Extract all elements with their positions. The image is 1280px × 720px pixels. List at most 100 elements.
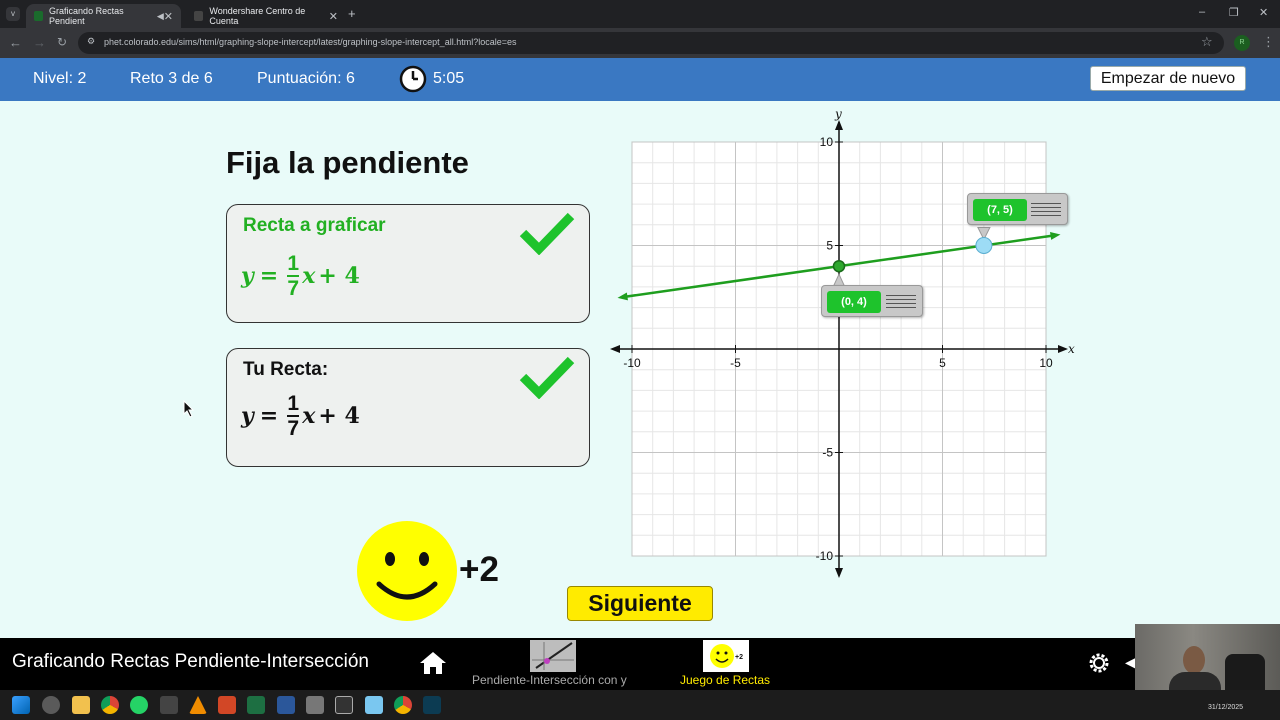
x-tick-label: 5 — [939, 356, 946, 370]
line-arrow-right — [1050, 232, 1061, 240]
eq-intercept: + 4 — [318, 403, 360, 429]
gear-icon[interactable] — [1087, 651, 1111, 675]
file-explorer-icon[interactable] — [72, 696, 90, 714]
browser-menu-icon[interactable]: ⋮ — [1262, 34, 1275, 50]
new-tab-button[interactable]: + — [348, 6, 356, 21]
calculator-icon[interactable] — [160, 696, 178, 714]
app-icon[interactable] — [306, 696, 324, 714]
screen-thumb-line-game[interactable]: +2 — [703, 640, 749, 672]
forward-icon[interactable]: → — [33, 35, 46, 50]
start-over-button[interactable]: Empezar de nuevo — [1090, 66, 1246, 91]
slope-denominator: 7 — [287, 417, 300, 440]
os-taskbar: 31/12/2025 — [0, 690, 1280, 720]
x-tick-label: 10 — [1039, 356, 1053, 370]
word-icon[interactable] — [277, 696, 295, 714]
app-icon[interactable] — [335, 696, 353, 714]
home-icon[interactable] — [419, 650, 447, 676]
grip-handle-icon[interactable] — [886, 295, 916, 309]
slope-fraction: 1 7 — [287, 252, 300, 300]
point-coordinates: (0, 4) — [827, 291, 881, 313]
timer-text: 5:05 — [433, 70, 465, 87]
slope-point-handle[interactable] — [975, 237, 993, 254]
x-tick-label: -10 — [623, 356, 641, 370]
back-icon[interactable]: ← — [9, 35, 22, 50]
line-arrow-left — [617, 292, 628, 301]
game-play-area: Fija la pendiente Recta a graficar y = 1… — [0, 101, 1280, 638]
chrome-active-icon[interactable] — [394, 696, 412, 714]
wondershare-favicon-icon — [194, 11, 204, 21]
powerpoint-icon[interactable] — [218, 696, 236, 714]
phet-favicon-icon — [34, 11, 44, 21]
notepad-icon[interactable] — [365, 696, 383, 714]
svg-text:+2: +2 — [735, 654, 743, 661]
reload-icon[interactable]: ↻ — [57, 35, 67, 49]
whatsapp-icon[interactable] — [130, 696, 148, 714]
chrome-icon[interactable] — [101, 696, 119, 714]
mouse-cursor-icon — [183, 400, 195, 418]
point-label-intercept: (0, 4) — [821, 285, 923, 317]
screen-label-slope-intercept[interactable]: Pendiente-Intersección con y — [472, 673, 627, 687]
x-tick-label: -5 — [730, 356, 741, 370]
y-axis-arrow-down — [835, 568, 843, 578]
user-equation-box: Tu Recta: y = 1 7 x + 4 — [226, 348, 590, 467]
tab-title: Wondershare Centro de Cuenta — [209, 6, 306, 26]
checkmark-icon — [519, 356, 575, 399]
tab-search-button[interactable]: v — [6, 7, 20, 21]
eq-equals: = — [259, 403, 279, 429]
profile-avatar[interactable]: R — [1234, 35, 1250, 51]
slope-fraction: 1 7 — [287, 392, 300, 440]
site-info-icon[interactable]: ⚙ — [87, 36, 95, 47]
address-bar[interactable]: ⚙ phet.colorado.edu/sims/html/graphing-s… — [78, 32, 1224, 54]
tab-title: Graficando Rectas Pendient — [49, 6, 124, 26]
settings-app-icon[interactable] — [42, 696, 60, 714]
y-tick-label: -10 — [816, 549, 834, 563]
x-axis-label: x — [1068, 342, 1075, 356]
smiley-face-icon — [357, 521, 457, 621]
slope-numerator: 1 — [287, 252, 300, 275]
url-text: phet.colorado.edu/sims/html/graphing-slo… — [104, 37, 517, 47]
slope-numerator: 1 — [287, 392, 300, 415]
bookmark-star-icon[interactable]: ☆ — [1201, 34, 1213, 50]
browser-tab[interactable]: Wondershare Centro de Cuenta ✕ — [186, 4, 346, 28]
grip-handle-icon[interactable] — [1031, 203, 1061, 217]
restore-icon[interactable]: ❐ — [1229, 6, 1239, 19]
speaker-icon: ◀ — [156, 10, 164, 21]
tab-close-icon[interactable]: ✕ — [164, 10, 173, 23]
y-axis-arrow-up — [835, 120, 843, 130]
line-graph-icon — [532, 642, 574, 670]
challenge-counter: Reto 3 de 6 — [130, 70, 213, 87]
y-tick-label: -5 — [822, 446, 833, 460]
intercept-point-handle[interactable] — [832, 259, 846, 273]
minimize-icon[interactable]: – — [1199, 6, 1205, 18]
user-equation: y = 1 7 x + 4 — [241, 393, 360, 439]
x-axis-arrow-right — [1058, 345, 1068, 353]
y-tick-label: 10 — [820, 135, 834, 149]
eq-y: y — [241, 403, 254, 429]
level-text: Nivel: 2 — [33, 70, 87, 87]
slope-denominator: 7 — [287, 277, 300, 300]
clock-icon — [399, 65, 427, 93]
screen-label-line-game[interactable]: Juego de Rectas — [680, 673, 770, 687]
target-box-label: Recta a graficar — [243, 215, 386, 236]
taskbar-date: 31/12/2025 — [1208, 704, 1244, 711]
points-earned: +2 — [459, 550, 499, 589]
challenge-title: Fija la pendiente — [226, 145, 469, 180]
window-close-icon[interactable]: ✕ — [1259, 6, 1268, 19]
vlc-icon[interactable] — [189, 696, 207, 714]
game-status-bar: Nivel: 2 Reto 3 de 6 Puntuación: 6 5:05 … — [0, 58, 1280, 101]
browser-tab-strip: v Graficando Rectas Pendient ◀ ✕ Wonders… — [0, 0, 1280, 28]
screen-thumb-slope-intercept[interactable] — [530, 640, 576, 672]
y-axis-label: y — [834, 107, 842, 121]
tab-close-icon[interactable]: ✕ — [329, 10, 338, 23]
smiley-thumbnail-icon: +2 — [710, 644, 743, 668]
webcam-person-head — [1183, 646, 1205, 674]
score-text: Puntuación: 6 — [257, 70, 355, 87]
excel-icon[interactable] — [247, 696, 265, 714]
browser-tab-active[interactable]: Graficando Rectas Pendient ◀ ✕ — [26, 4, 181, 28]
coordinate-graph: x y -10 -5 5 10 10 5 -5 -10 — [610, 107, 1075, 578]
user-box-label: Tu Recta: — [243, 359, 329, 380]
windows-start-icon[interactable] — [12, 696, 30, 714]
browser-toolbar: ← → ↻ ⚙ phet.colorado.edu/sims/html/grap… — [0, 28, 1280, 58]
next-button[interactable]: Siguiente — [567, 586, 713, 621]
terminal-icon[interactable] — [423, 696, 441, 714]
